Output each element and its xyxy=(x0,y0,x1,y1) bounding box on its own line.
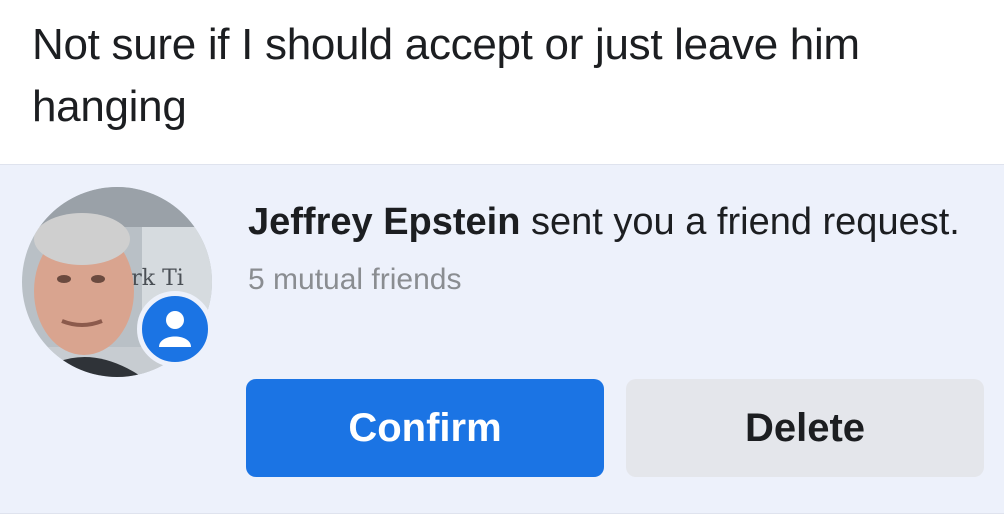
post-caption: Not sure if I should accept or just leav… xyxy=(32,20,860,131)
confirm-button[interactable]: Confirm xyxy=(246,379,604,477)
notification-headline: Jeffrey Epstein sent you a friend reques… xyxy=(248,195,968,250)
screenshot-frame: Not sure if I should accept or just leav… xyxy=(0,0,1004,526)
delete-button[interactable]: Delete xyxy=(626,379,984,477)
notification-message: sent you a friend request. xyxy=(520,201,960,243)
friend-request-notification[interactable]: ork Ti Jeffrey Epstein sent you a friend… xyxy=(0,164,1004,514)
notification-text: Jeffrey Epstein sent you a friend reques… xyxy=(248,195,968,300)
sender-name[interactable]: Jeffrey Epstein xyxy=(248,201,520,243)
mutual-friends[interactable]: 5 mutual friends xyxy=(248,260,968,300)
person-icon xyxy=(137,291,213,367)
